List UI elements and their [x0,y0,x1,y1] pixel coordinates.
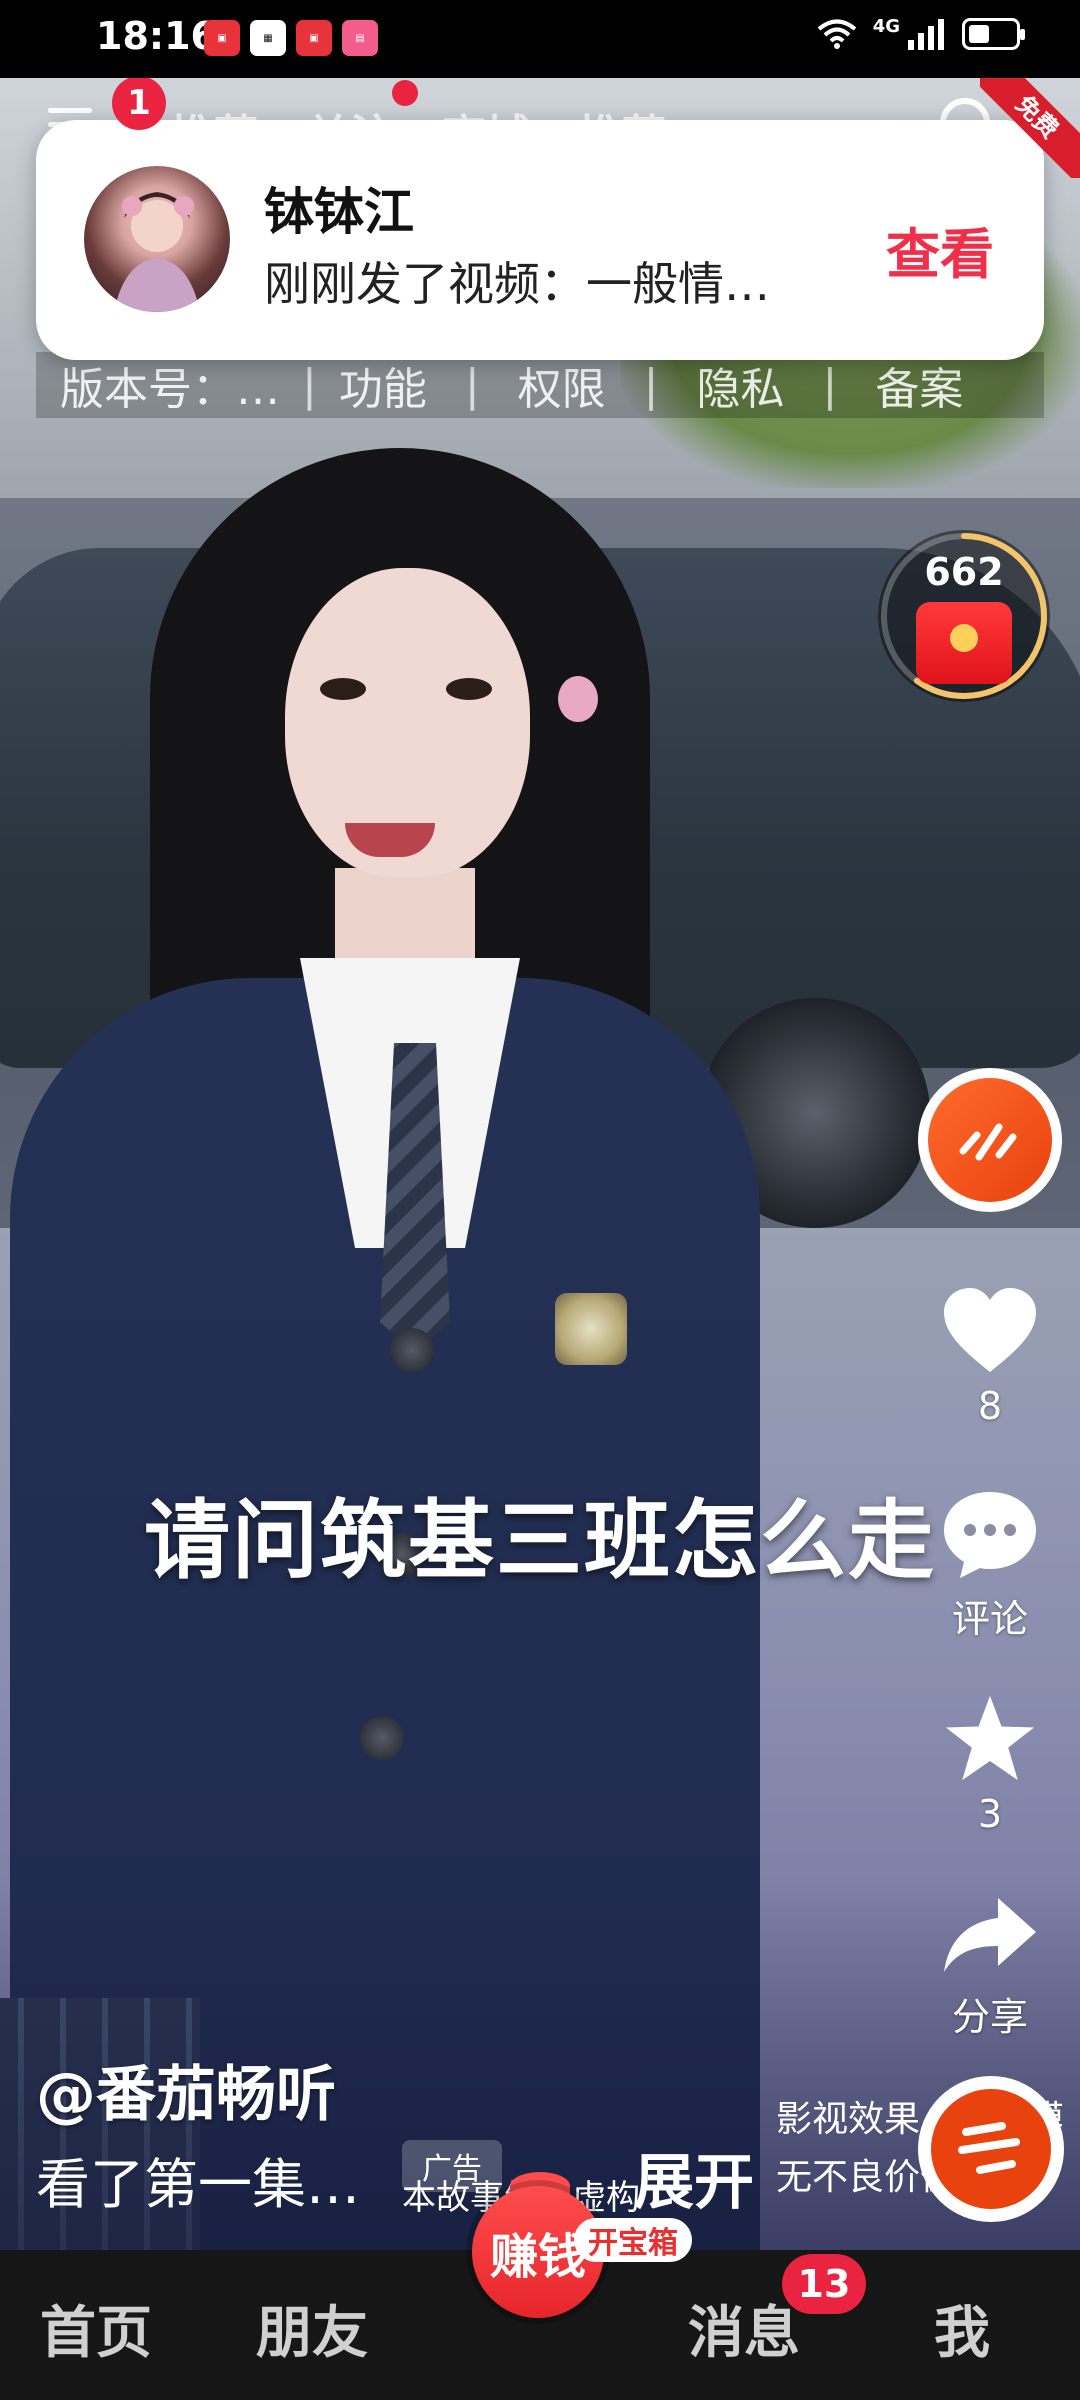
person-hairclip [558,676,598,722]
person-eye [320,678,366,700]
battery-level [969,25,989,43]
open-treasure-tag[interactable]: 开宝箱 [574,2218,692,2262]
battery-icon [962,18,1025,50]
divider: | [302,359,317,411]
filing-link[interactable]: 备案 [875,353,963,417]
following-red-dot [392,80,418,106]
comment-label: 评论 [951,1597,1028,1641]
red-envelope-icon [916,602,1012,684]
status-bar: 18:16 ▣ ▦ ▣ ▤ 4G [0,0,1080,78]
soundwave-icon [928,1078,1052,1202]
app-promo-button[interactable] [918,1068,1062,1212]
privacy-link[interactable]: 隐私 [696,353,784,417]
tab-me[interactable]: 我 [934,2288,990,2369]
permissions-link[interactable]: 权限 [518,353,606,417]
jacket-button [390,1328,434,1372]
divider: | [643,359,659,411]
status-right: 4G [817,15,1025,50]
divider: | [464,359,480,411]
avatar-image [114,192,200,312]
person-eye [446,678,492,700]
share-label: 分享 [951,1995,1028,2039]
music-disc-button[interactable] [918,2076,1064,2222]
tab-home[interactable]: 首页 [40,2288,152,2369]
coin-count: 662 [924,550,1004,594]
bilibili-icon: ▤ [342,20,378,56]
calendar-icon: ▦ [250,20,286,56]
menu-notification-badge: 1 [112,76,166,130]
like-button[interactable]: 8 [930,1286,1050,1428]
like-count: 8 [977,1384,1003,1428]
huawei-appgallery-icon: ▣ [204,20,240,56]
jacket-button [360,1716,404,1760]
free-corner-label: 免费 [980,78,1080,178]
share-button[interactable]: 分享 [930,1894,1050,2041]
favorite-count: 3 [977,1792,1003,1836]
version-label: 版本号：… [60,364,280,415]
avatar[interactable] [84,166,230,312]
features-link[interactable]: 功能 [339,353,427,417]
messages-badge: 13 [782,2254,866,2314]
video-subtitle: 请问筑基三班怎么走 [144,1491,936,1591]
tab-messages[interactable]: 消息 [688,2288,800,2369]
network-type-label: 4G [872,15,900,37]
favorite-button[interactable]: 3 [930,1692,1050,1836]
status-app-icons: ▣ ▦ ▣ ▤ [204,20,378,56]
heart-icon [944,1288,1036,1372]
app-info-strip: 版本号：… | 功能 | 权限 | 隐私 | 备案 [36,352,1044,418]
school-emblem [555,1293,627,1365]
share-icon [944,1898,1036,1972]
huawei-appgallery-icon: ▣ [296,20,332,56]
notification-sender-name: 钵钵江 [264,183,414,241]
tab-friends[interactable]: 朋友 [256,2288,368,2369]
expand-button[interactable]: 展开 [634,2134,754,2221]
music-disc-icon [931,2089,1051,2209]
star-icon [945,1695,1035,1781]
notification-message: 刚刚发了视频：一般情… [264,257,770,311]
divider: | [822,359,838,411]
notification-banner[interactable]: 钵钵江 刚刚发了视频：一般情… 查看 [36,120,1044,360]
author-name[interactable]: @番茄畅听 [36,2046,336,2133]
free-corner-ribbon: 免费 [980,78,1080,178]
coin-reward-widget[interactable]: 662 [878,530,1050,702]
wifi-icon [817,19,856,49]
view-button[interactable]: 查看 [886,210,994,289]
post-caption[interactable]: 看了第一集… [36,2140,360,2219]
status-time: 18:16 [96,14,217,58]
signal-icon [908,19,944,50]
